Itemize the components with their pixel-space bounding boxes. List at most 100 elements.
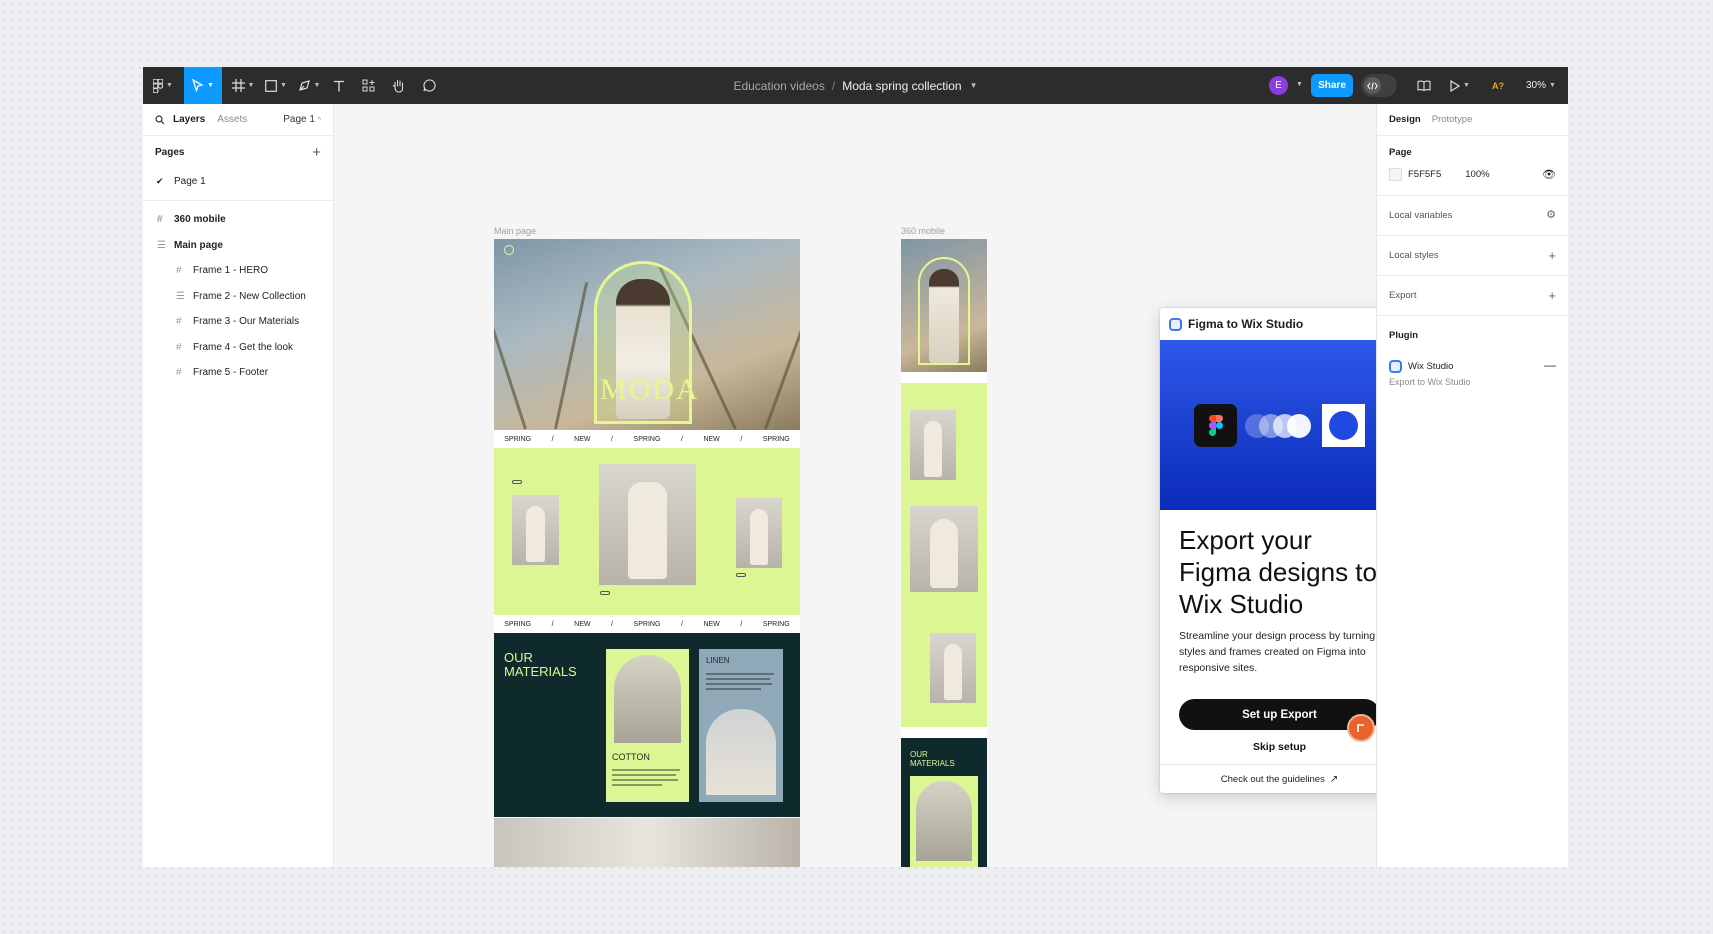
- layer-row[interactable]: # Frame 1 - HERO: [143, 258, 333, 284]
- mobile-marquee: [901, 372, 987, 383]
- marquee-word: SPRING: [504, 435, 532, 443]
- tab-design[interactable]: Design: [1389, 114, 1421, 125]
- chevron-down-icon[interactable]: ▼: [1296, 81, 1303, 88]
- external-link-icon: ↗: [1329, 773, 1339, 785]
- cotton-card: COTTON: [606, 649, 689, 802]
- layer-row[interactable]: # Frame 5 - Footer: [143, 360, 333, 386]
- avatar[interactable]: E: [1269, 76, 1288, 95]
- plus-icon[interactable]: +: [1548, 288, 1556, 303]
- shape-tool-button[interactable]: ▼: [261, 67, 291, 104]
- eye-icon[interactable]: 👁: [1542, 168, 1556, 181]
- marquee-word: NEW: [703, 435, 720, 443]
- page-select[interactable]: Page 1 ^: [283, 114, 321, 125]
- plus-icon[interactable]: +: [1548, 248, 1556, 263]
- local-variables-label: Local variables: [1389, 210, 1453, 221]
- ai-button[interactable]: A?: [1492, 67, 1504, 104]
- layer-row[interactable]: # Frame 4 - Get the look: [143, 335, 333, 361]
- page-opacity-value[interactable]: 100%: [1465, 169, 1489, 180]
- move-tool-button[interactable]: ▼: [184, 67, 222, 104]
- minus-icon[interactable]: —: [1544, 358, 1556, 372]
- marquee-strip: SPRING / NEW / SPRING / NEW / SPRING: [494, 615, 800, 633]
- layer-row[interactable]: ☰ Main page: [143, 233, 333, 259]
- mobile-collection: [901, 383, 987, 727]
- plugin-title: Figma to Wix Studio: [1188, 317, 1304, 331]
- wix-studio-logo-icon: [1169, 317, 1182, 331]
- marquee-word: NEW: [574, 435, 591, 443]
- page-fill-row[interactable]: F5F5F5 100% 👁: [1377, 168, 1568, 195]
- collection-photo: [910, 410, 956, 480]
- library-button[interactable]: [1411, 67, 1437, 104]
- resources-button[interactable]: [355, 67, 381, 104]
- color-swatch[interactable]: [1389, 168, 1402, 181]
- guidelines-label: Check out the guidelines: [1220, 773, 1325, 785]
- figma-app: ▼ ▼ ▼ ▼ ▼ Education videos / Moda spring…: [143, 67, 1568, 867]
- materials-section: OUR MATERIALS COTTON LINEN: [494, 633, 800, 817]
- layer-label: Main page: [174, 239, 223, 251]
- shop-now-pill: [736, 573, 746, 577]
- mobile-frame[interactable]: OUR MATERIALS: [901, 239, 987, 867]
- local-styles-label: Local styles: [1389, 250, 1439, 261]
- layer-row[interactable]: # 360 mobile: [143, 207, 333, 233]
- autolayout-icon: ☰: [157, 239, 166, 251]
- comment-tool-button[interactable]: [416, 67, 442, 104]
- local-variables-section[interactable]: Local variables ⚙: [1377, 196, 1568, 236]
- layer-row[interactable]: ☰ Frame 2 - New Collection: [143, 284, 333, 310]
- text-tool-button[interactable]: [327, 67, 351, 104]
- present-button[interactable]: ▼: [1445, 67, 1475, 104]
- marquee-word: /: [551, 620, 554, 628]
- tab-prototype[interactable]: Prototype: [1432, 114, 1473, 125]
- pen-tool-button[interactable]: ▼: [294, 67, 324, 104]
- linen-card: LINEN: [699, 649, 783, 802]
- plugin-heading: Export your Figma designs to Wix Studio: [1179, 525, 1377, 619]
- plugin-subtitle: Export to Wix Studio: [1389, 377, 1471, 387]
- file-name[interactable]: Moda spring collection: [842, 79, 961, 93]
- text-line: [706, 673, 774, 675]
- wix-studio-icon: [1322, 404, 1365, 447]
- hand-icon: [392, 79, 403, 93]
- main-menu-button[interactable]: ▼: [149, 67, 177, 104]
- code-icon: [1364, 77, 1381, 94]
- zoom-select[interactable]: 30% ▼: [1526, 67, 1556, 104]
- layer-row[interactable]: # Frame 3 - Our Materials: [143, 309, 333, 335]
- plugin-description: Streamline your design process by turnin…: [1179, 630, 1376, 674]
- guidelines-link[interactable]: Check out the guidelines ↗: [1160, 764, 1399, 793]
- shop-now-pill: [600, 591, 610, 595]
- zoom-value: 30%: [1526, 80, 1547, 91]
- pen-icon: [298, 80, 310, 91]
- autolayout-icon: ☰: [176, 290, 185, 302]
- frame-label-main[interactable]: Main page: [494, 226, 536, 236]
- text-line: [612, 769, 680, 771]
- frame-icon: [231, 79, 245, 92]
- page-item[interactable]: ✔ Page 1: [143, 168, 333, 194]
- marquee-word: /: [551, 435, 554, 443]
- frame-label-mobile[interactable]: 360 mobile: [901, 226, 945, 236]
- frame-tool-button[interactable]: ▼: [228, 67, 258, 104]
- add-page-icon[interactable]: +: [312, 144, 321, 161]
- chevron-down-icon: ▼: [166, 82, 173, 89]
- team-name[interactable]: Education videos: [733, 79, 824, 93]
- properties-panel: Design Prototype Page F5F5F5 100% 👁 Loca…: [1376, 104, 1568, 867]
- export-section[interactable]: Export +: [1377, 276, 1568, 316]
- hand-tool-button[interactable]: [385, 67, 411, 104]
- marquee-word: SPRING: [633, 435, 661, 443]
- mobile-materials: OUR MATERIALS: [901, 738, 987, 867]
- main-page-frame[interactable]: MODA SPRING / NEW / SPRING / NEW / SPRIN…: [494, 239, 800, 867]
- chevron-down-icon[interactable]: ▼: [970, 81, 978, 90]
- local-styles-section[interactable]: Local styles +: [1377, 236, 1568, 276]
- sliders-icon[interactable]: ⚙: [1546, 208, 1556, 221]
- marquee-word: SPRING: [762, 435, 790, 443]
- skip-setup-link[interactable]: Skip setup: [1160, 741, 1399, 753]
- search-icon[interactable]: [155, 114, 165, 125]
- page-select-label: Page 1: [283, 114, 315, 125]
- text-line: [612, 774, 676, 776]
- plugin-row[interactable]: Wix Studio —: [1377, 355, 1568, 377]
- share-button[interactable]: Share: [1311, 74, 1353, 97]
- chevron-up-icon: ^: [317, 117, 321, 124]
- dev-mode-toggle[interactable]: [1361, 74, 1397, 97]
- marquee-word: /: [740, 620, 743, 628]
- tab-assets[interactable]: Assets: [217, 114, 247, 125]
- page-color-value[interactable]: F5F5F5: [1408, 169, 1441, 180]
- wix-studio-logo-icon: [1389, 359, 1402, 373]
- tab-layers[interactable]: Layers: [173, 114, 205, 125]
- chevron-down-icon: ▼: [1549, 82, 1556, 89]
